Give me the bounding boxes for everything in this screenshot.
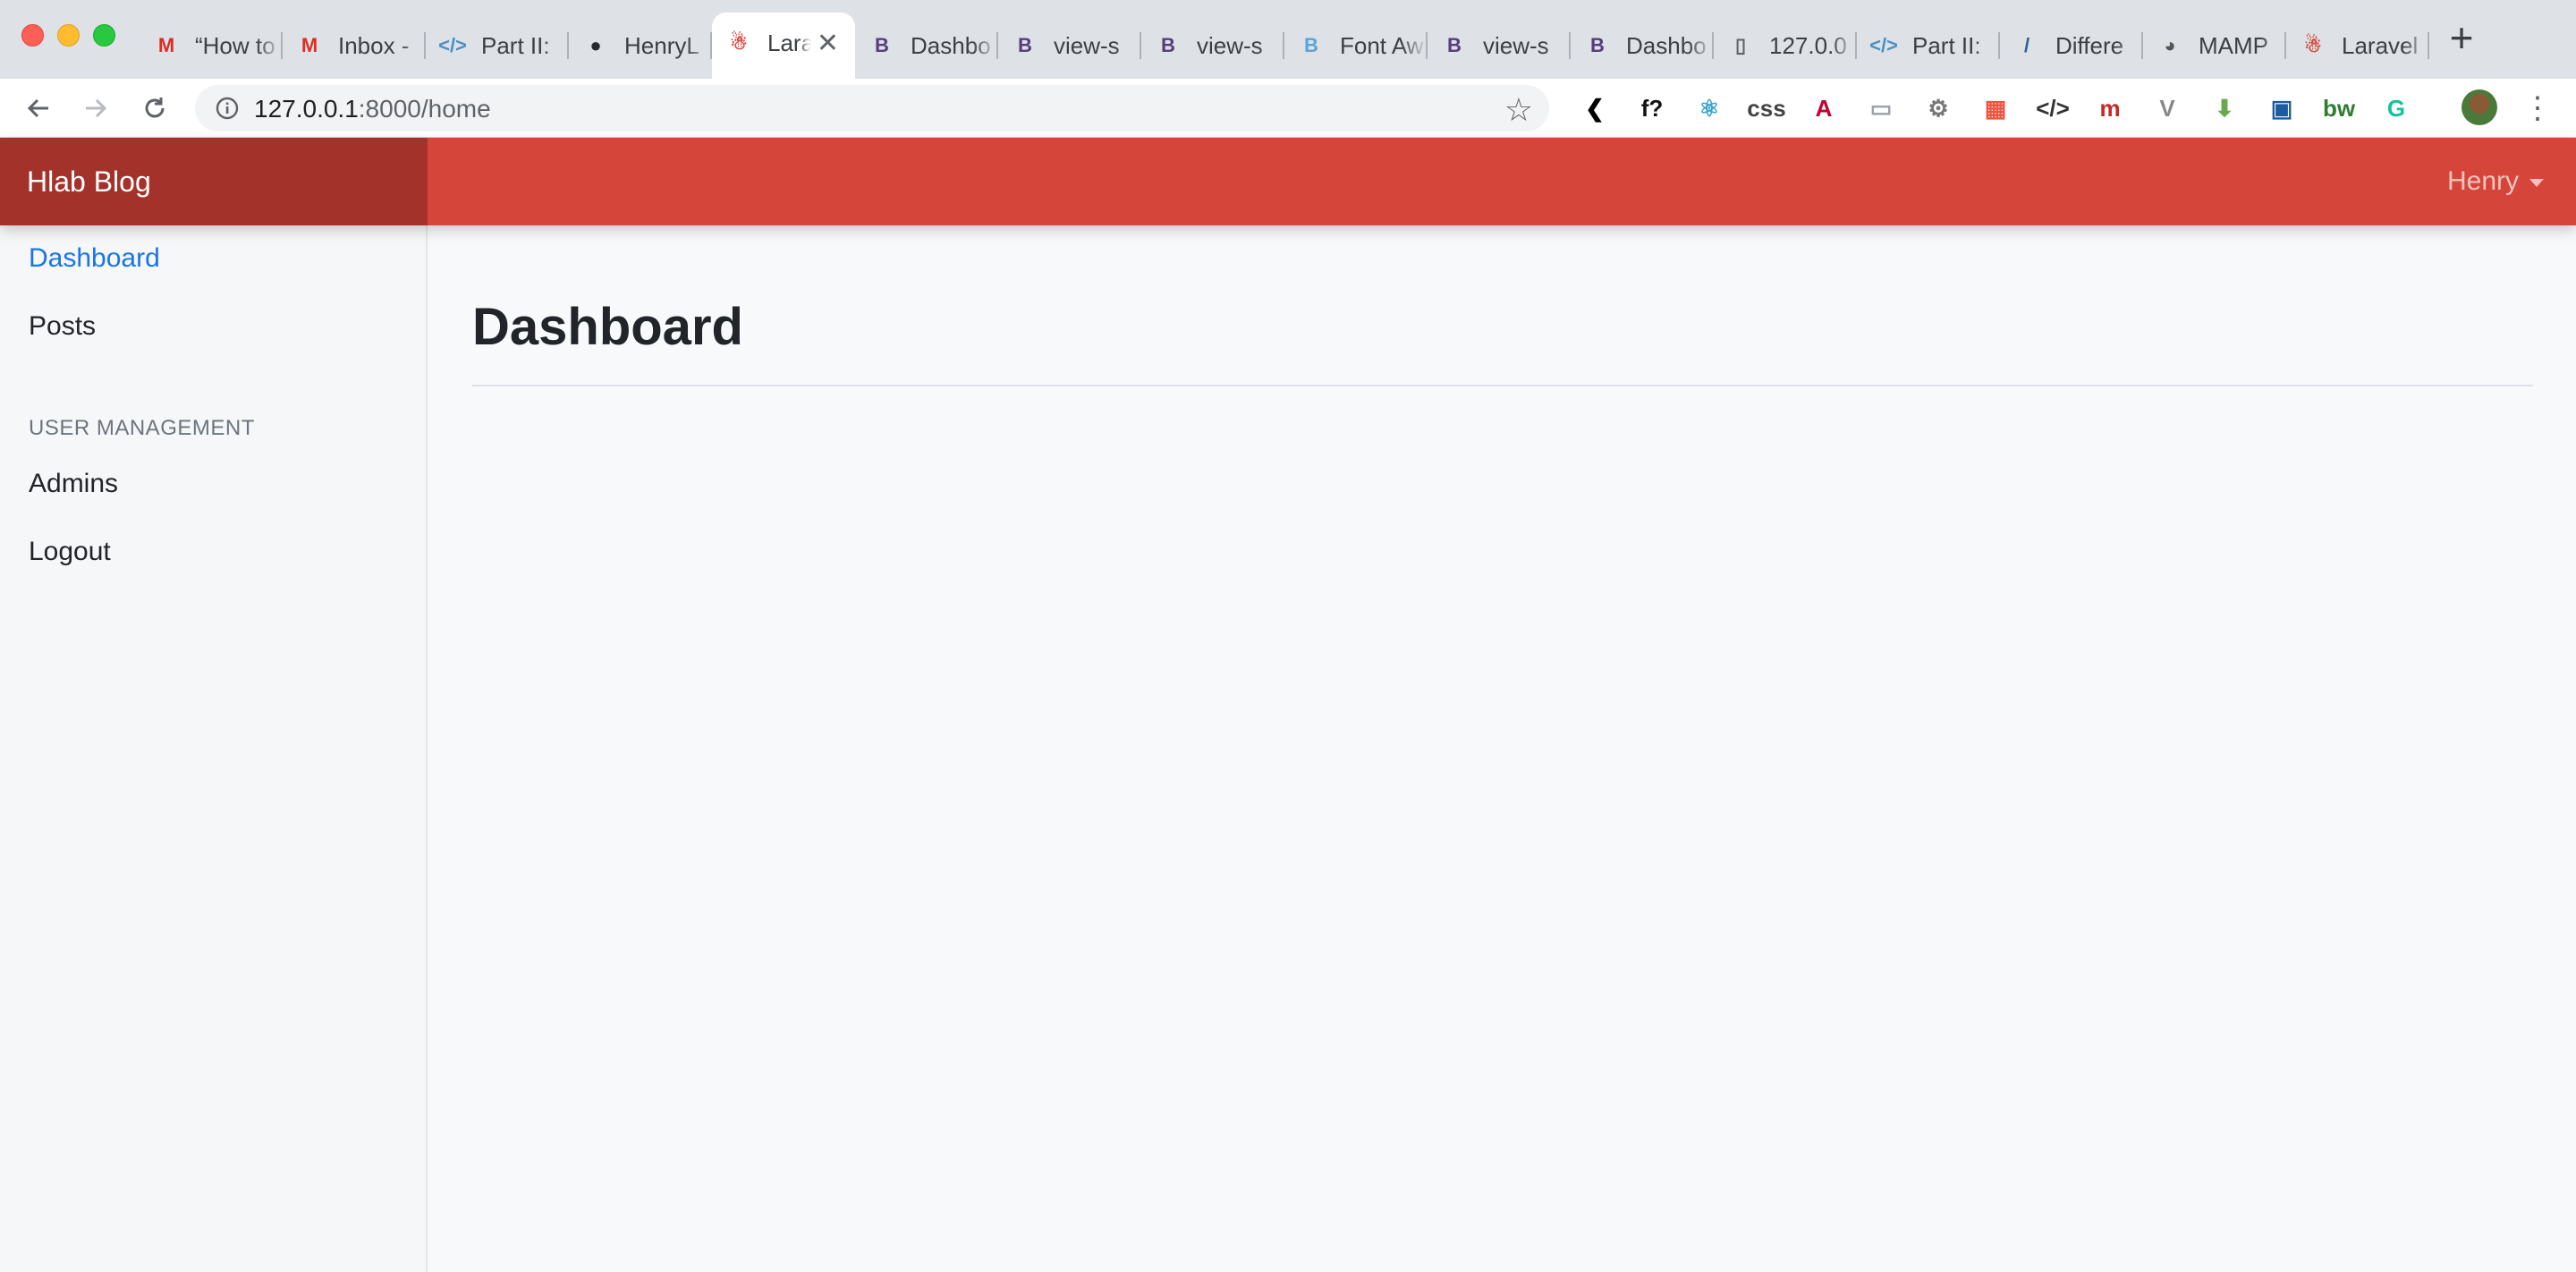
title-divider bbox=[472, 385, 2533, 386]
browser-tab[interactable]: M “How to bbox=[140, 18, 283, 73]
css-ext-icon[interactable]: css bbox=[1746, 88, 1787, 129]
app-navbar: Hlab Blog Henry bbox=[0, 138, 2576, 225]
page-title: Dashboard bbox=[472, 298, 743, 356]
window-minimize-button[interactable] bbox=[57, 24, 80, 47]
tab-title: view-s bbox=[1483, 31, 1549, 59]
browser-toolbar: 127.0.0.1:8000/home ☆ ❮ f? ⚛ css A ▭ ⚙ ▦ </> m V ⬇ ▣… bbox=[0, 79, 2576, 138]
new-tab-button[interactable]: + bbox=[2442, 17, 2481, 59]
code-ext-icon[interactable]: </> bbox=[2032, 88, 2073, 129]
tab-title: Part II: bbox=[481, 31, 550, 59]
user-dropdown-toggle[interactable]: Henry bbox=[2447, 138, 2544, 225]
browser-tab[interactable]: </> Part II: bbox=[426, 18, 569, 73]
function-ext-icon[interactable]: f? bbox=[1631, 88, 1673, 129]
sidebar: Dashboard Posts USER MANAGEMENT Admins L… bbox=[0, 225, 428, 1272]
caret-down-icon bbox=[2529, 178, 2544, 187]
browser-tab[interactable]: / Differe bbox=[2000, 18, 2143, 73]
browser-tab[interactable]: ● HenryL bbox=[569, 18, 712, 73]
tab-title: MAMP bbox=[2199, 31, 2268, 59]
tab-title: 127.0.0 bbox=[1769, 31, 1847, 59]
laravel-icon: ☃ bbox=[730, 31, 748, 54]
back-chevron-ext-icon[interactable]: ❮ bbox=[1574, 88, 1615, 129]
bootstrap-icon: B bbox=[1018, 34, 1032, 56]
browser-tab[interactable]: B Dashbo bbox=[855, 18, 998, 73]
toolbox-ext-icon[interactable]: ▣ bbox=[2261, 88, 2302, 129]
brand-link[interactable]: Hlab Blog bbox=[0, 138, 428, 225]
tab-list: M “How to M Inbox - </> Part II: ● HenryL ☃ Lara ✕… bbox=[140, 13, 2429, 79]
bw-ext-icon[interactable]: bw bbox=[2318, 88, 2360, 129]
stripe-icon: / bbox=[2023, 34, 2030, 56]
bootstrap-icon: B bbox=[875, 34, 889, 56]
mamp-icon: ◕ bbox=[2164, 34, 2176, 56]
code-icon: </> bbox=[438, 34, 467, 56]
browser-tab[interactable]: ◕ MAMP bbox=[2143, 18, 2286, 73]
tab-title: Differe bbox=[2055, 31, 2124, 59]
bootstrap-icon: B bbox=[1590, 34, 1605, 56]
tab-title: Inbox - bbox=[338, 31, 410, 59]
tab-title: Part II: bbox=[1912, 31, 1981, 59]
browser-tab[interactable]: Bview-s bbox=[1428, 18, 1571, 73]
arrow-left-icon bbox=[27, 98, 48, 118]
github-icon: ● bbox=[589, 34, 602, 56]
atom-ext-icon[interactable]: ⚛ bbox=[1689, 88, 1730, 129]
bootstrap-icon: B bbox=[1161, 34, 1175, 56]
profile-avatar[interactable] bbox=[2462, 89, 2497, 125]
back-button[interactable] bbox=[18, 88, 59, 129]
window-ext-icon[interactable]: ▭ bbox=[1860, 88, 1902, 129]
angular-ext-icon[interactable]: A bbox=[1803, 88, 1844, 129]
m-ext-icon[interactable]: m bbox=[2089, 88, 2131, 129]
tab-title: view-s bbox=[1197, 31, 1263, 59]
browser-tab[interactable]: ▯ 127.0.0 bbox=[1714, 18, 1857, 73]
forward-button[interactable] bbox=[75, 88, 116, 129]
arrow-right-icon bbox=[86, 98, 107, 118]
tab-close-icon[interactable]: ✕ bbox=[817, 28, 839, 59]
browser-tab[interactable]: B Font Aw bbox=[1284, 18, 1428, 73]
tab-title: HenryL bbox=[624, 31, 699, 59]
gear-ext-icon[interactable]: ⚙ bbox=[1918, 88, 1959, 129]
tab-title: Font Aw bbox=[1340, 31, 1424, 59]
reload-icon bbox=[145, 98, 165, 118]
info-icon bbox=[216, 97, 239, 120]
gmail-icon: M bbox=[301, 34, 318, 56]
code-icon: </> bbox=[1869, 34, 1898, 56]
bootstrap-icon: B bbox=[1447, 34, 1462, 56]
tab-title: Laravel bbox=[2342, 31, 2419, 59]
browser-tab[interactable]: ☃ Laravel bbox=[2286, 18, 2429, 73]
extensions-bar: ❮ f? ⚛ css A ▭ ⚙ ▦ </> m V ⬇ ▣ bw G bbox=[1574, 88, 2433, 129]
gmail-icon: M bbox=[157, 34, 175, 56]
sidebar-item-posts[interactable]: Posts bbox=[29, 311, 96, 342]
tab-title: Dashbo bbox=[1626, 31, 1707, 59]
tab-title: view-s bbox=[1054, 31, 1120, 59]
browser-tab[interactable]: M Inbox - bbox=[283, 18, 426, 73]
url-text: 127.0.0.1:8000/home bbox=[254, 95, 491, 123]
user-name: Henry bbox=[2446, 166, 2519, 196]
bookmark-star-icon[interactable]: ☆ bbox=[1504, 91, 1533, 129]
page-icon: ▯ bbox=[1734, 34, 1747, 56]
bootstrap-icon: B bbox=[1304, 34, 1318, 56]
browser-menu-icon[interactable]: ⋮ bbox=[2522, 88, 2553, 129]
window-close-button[interactable] bbox=[21, 24, 44, 47]
browser-tab[interactable]: ☃ Lara ✕ bbox=[712, 13, 855, 79]
sidebar-item-logout[interactable]: Logout bbox=[29, 537, 111, 567]
address-bar[interactable]: 127.0.0.1:8000/home ☆ bbox=[195, 85, 1549, 131]
browser-tab-strip: M “How to M Inbox - </> Part II: ● HenryL ☃ Lara ✕… bbox=[0, 0, 2576, 79]
grammarly-ext-icon[interactable]: G bbox=[2376, 88, 2417, 129]
tab-title: “How to bbox=[195, 31, 275, 59]
tab-title: Lara bbox=[767, 29, 811, 56]
browser-tab[interactable]: Bview-s bbox=[1141, 18, 1284, 73]
browser-tab[interactable]: Bview-s bbox=[998, 18, 1141, 73]
tab-title: Dashbo bbox=[911, 31, 991, 59]
sidebar-item-admins[interactable]: Admins bbox=[29, 469, 118, 499]
browser-tab[interactable]: </> Part II: bbox=[1857, 18, 2000, 73]
sidebar-heading-user-management: USER MANAGEMENT bbox=[29, 416, 255, 440]
web-page: Hlab Blog Henry Dashboard Posts USER MAN… bbox=[0, 138, 2576, 1272]
download-ext-icon[interactable]: ⬇ bbox=[2204, 88, 2245, 129]
window-maximize-button[interactable] bbox=[93, 24, 115, 47]
browser-tab[interactable]: B Dashbo bbox=[1571, 18, 1714, 73]
sidebar-item-dashboard[interactable]: Dashboard bbox=[29, 243, 160, 274]
reload-button[interactable] bbox=[134, 88, 175, 129]
vue-ext-icon[interactable]: V bbox=[2147, 88, 2188, 129]
laravel-ext-icon[interactable]: ▦ bbox=[1975, 88, 2016, 129]
laravel-icon: ☃ bbox=[2304, 34, 2322, 56]
